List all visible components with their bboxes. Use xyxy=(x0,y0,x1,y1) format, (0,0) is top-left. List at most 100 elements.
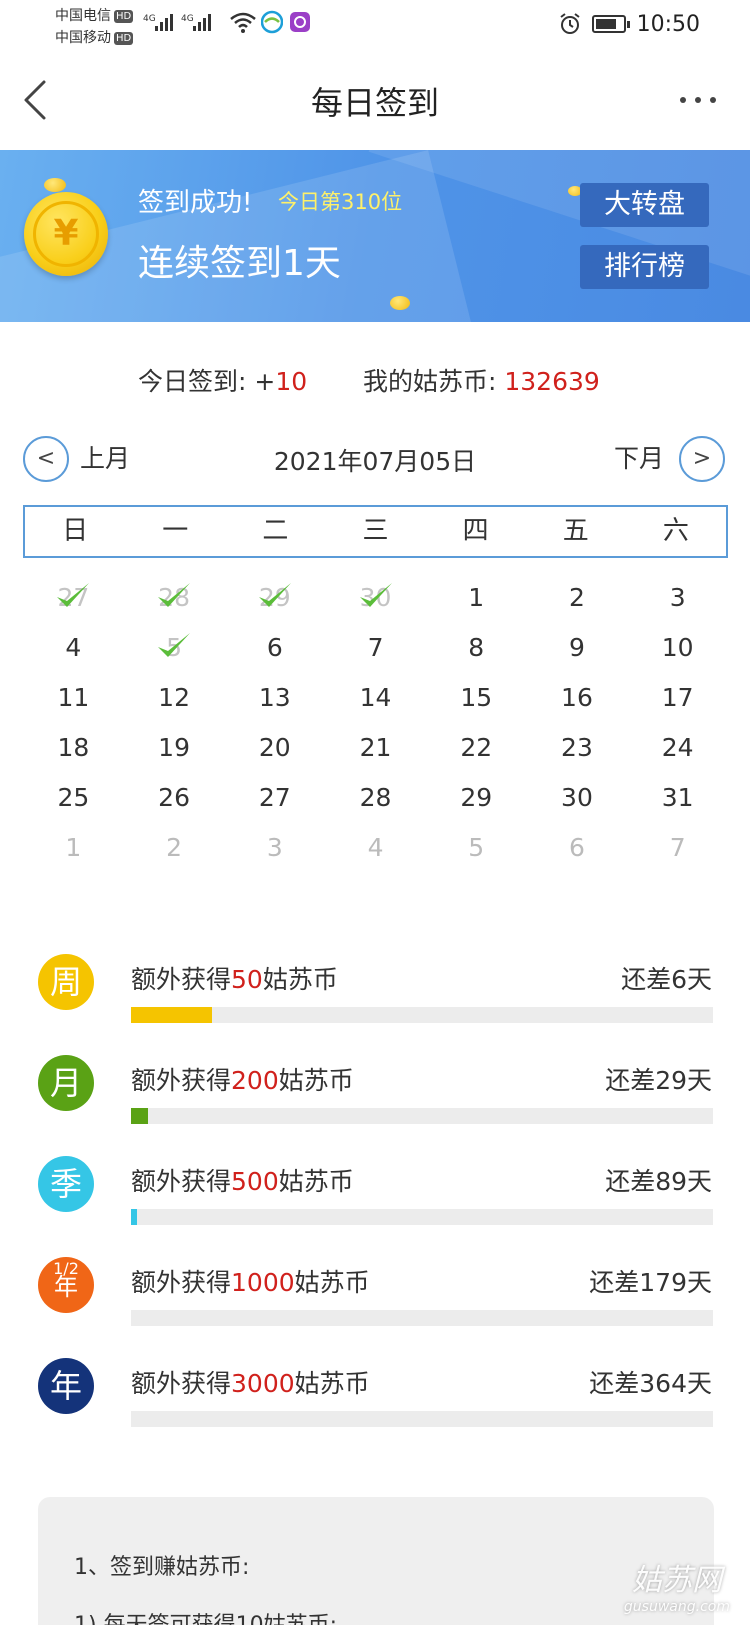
weekday-label: 一 xyxy=(162,516,189,546)
calendar-day[interactable]: 4 xyxy=(325,825,426,875)
clock: 10:50 xyxy=(636,12,700,37)
reward-suffix: 姑苏币 xyxy=(278,1066,354,1095)
weekday-label: 五 xyxy=(562,516,589,546)
calendar-day[interactable]: 30 xyxy=(527,775,628,825)
calendar-day-number: 5 xyxy=(468,833,485,862)
calendar-week-row: 18 19 20 21 22 23 24 xyxy=(23,725,728,775)
next-month-button[interactable]: > xyxy=(679,436,725,482)
calendar-day[interactable]: 10 xyxy=(627,625,728,675)
reward-period-icon: 1/2 年 xyxy=(38,1257,94,1313)
reward-description: 额外获得3000姑苏币 xyxy=(131,1364,370,1400)
gold-coin-icon: ¥ xyxy=(24,192,108,276)
more-menu-icon[interactable] xyxy=(678,90,718,110)
calendar-week-row: 11 12 13 14 15 16 17 xyxy=(23,675,728,725)
calendar-day-number: 24 xyxy=(661,733,694,762)
reward-period-label: 月 xyxy=(49,1064,82,1102)
reward-progress-bar xyxy=(131,1411,713,1427)
calendar-grid: 2728293012345678910111213141516171819202… xyxy=(23,575,728,875)
carrier-1-name: 中国电信 xyxy=(55,8,111,24)
calendar-day-number: 10 xyxy=(661,633,694,662)
calendar-day-checked[interactable]: 29 xyxy=(224,575,325,625)
calendar-day-checked[interactable]: 28 xyxy=(124,575,225,625)
calendar-day[interactable]: 4 xyxy=(23,625,124,675)
calendar-day-number: 1 xyxy=(468,583,485,612)
calendar-day[interactable]: 1 xyxy=(23,825,124,875)
calendar-day-number: 28 xyxy=(359,783,392,812)
calendar-day[interactable]: 17 xyxy=(627,675,728,725)
calendar-day[interactable]: 7 xyxy=(627,825,728,875)
calendar-day-number: 17 xyxy=(661,683,694,712)
reward-days-remaining: 还差364天 xyxy=(589,1369,712,1398)
reward-description: 额外获得50姑苏币 xyxy=(131,960,338,996)
reward-days-remaining: 还差29天 xyxy=(605,1066,712,1095)
reward-days-remaining: 还差89天 xyxy=(605,1167,712,1196)
hd-badge: HD xyxy=(114,31,134,45)
weekday-header: 日 一 二 三 四 五 六 xyxy=(23,505,728,558)
checkmark-icon xyxy=(158,633,191,657)
reward-progress-fill xyxy=(131,1108,149,1124)
reward-period-label: 年 xyxy=(49,1367,82,1405)
today-label: 今日签到: + xyxy=(138,367,276,396)
calendar-day[interactable]: 13 xyxy=(224,675,325,725)
my-coins: 我的姑苏币: 132639 xyxy=(363,362,600,398)
calendar-day[interactable]: 2 xyxy=(124,825,225,875)
reward-description: 额外获得1000姑苏币 xyxy=(131,1263,370,1299)
calendar-day[interactable]: 8 xyxy=(426,625,527,675)
calendar-day-number: 2 xyxy=(166,833,183,862)
calendar-day-number: 4 xyxy=(65,633,82,662)
ranking-button[interactable]: 排行榜 xyxy=(580,245,709,289)
calendar-day[interactable]: 5 xyxy=(426,825,527,875)
calendar-day[interactable]: 19 xyxy=(124,725,225,775)
calendar-day[interactable]: 1 xyxy=(426,575,527,625)
calendar-day[interactable]: 6 xyxy=(527,825,628,875)
calendar-day-number: 11 xyxy=(57,683,90,712)
calendar-day[interactable]: 28 xyxy=(325,775,426,825)
calendar-day-number: 7 xyxy=(669,833,686,862)
calendar-day-number: 18 xyxy=(57,733,90,762)
calendar-day[interactable]: 29 xyxy=(426,775,527,825)
calendar-week-row: 4 5 6 7 8 9 10 xyxy=(23,625,728,675)
calendar-day-number: 7 xyxy=(367,633,384,662)
calendar-day[interactable]: 27 xyxy=(224,775,325,825)
lucky-wheel-button[interactable]: 大转盘 xyxy=(580,183,709,227)
calendar-day-number: 6 xyxy=(569,833,585,862)
mobile-app-icon xyxy=(261,10,283,34)
next-month-label[interactable]: 下月 xyxy=(614,439,664,475)
calendar-day[interactable]: 11 xyxy=(23,675,124,725)
weekday-label: 日 xyxy=(62,516,89,546)
calendar-day[interactable]: 18 xyxy=(23,725,124,775)
calendar-day[interactable]: 2 xyxy=(527,575,628,625)
calendar-day[interactable]: 21 xyxy=(325,725,426,775)
calendar-day[interactable]: 25 xyxy=(23,775,124,825)
calendar-day-number: 23 xyxy=(561,733,593,762)
small-coin-icon xyxy=(390,296,410,310)
calendar-day[interactable]: 3 xyxy=(224,825,325,875)
calendar-day-checked[interactable]: 27 xyxy=(23,575,124,625)
calendar-day[interactable]: 14 xyxy=(325,675,426,725)
calendar-day[interactable]: 15 xyxy=(426,675,527,725)
checkin-banner: ¥ 签到成功! 今日第310位 连续签到1天 大转盘 排行榜 xyxy=(0,150,750,322)
calendar-day[interactable]: 16 xyxy=(527,675,628,725)
reward-progress-fill xyxy=(131,1209,138,1225)
reward-days-remaining: 还差6天 xyxy=(621,965,712,994)
calendar-day-checked[interactable]: 5 xyxy=(124,625,225,675)
calendar-day[interactable]: 26 xyxy=(124,775,225,825)
calendar-day[interactable]: 6 xyxy=(224,625,325,675)
reward-amount: 50 xyxy=(231,965,263,994)
calendar-day[interactable]: 31 xyxy=(627,775,728,825)
calendar-day[interactable]: 9 xyxy=(527,625,628,675)
calendar-day[interactable]: 24 xyxy=(627,725,728,775)
calendar-day-number: 3 xyxy=(669,583,686,612)
calendar-day[interactable]: 23 xyxy=(527,725,628,775)
weekday-label: 六 xyxy=(662,516,689,546)
calendar-day[interactable]: 3 xyxy=(627,575,728,625)
nav-bar: 每日签到 xyxy=(0,50,750,150)
calendar-day[interactable]: 7 xyxy=(325,625,426,675)
calendar-day[interactable]: 20 xyxy=(224,725,325,775)
calendar-day[interactable]: 22 xyxy=(426,725,527,775)
calendar-day-number: 21 xyxy=(359,733,392,762)
calendar-day-number: 4 xyxy=(367,833,384,862)
calendar-day-checked[interactable]: 30 xyxy=(325,575,426,625)
calendar-day-number: 15 xyxy=(460,683,493,712)
calendar-day[interactable]: 12 xyxy=(124,675,225,725)
